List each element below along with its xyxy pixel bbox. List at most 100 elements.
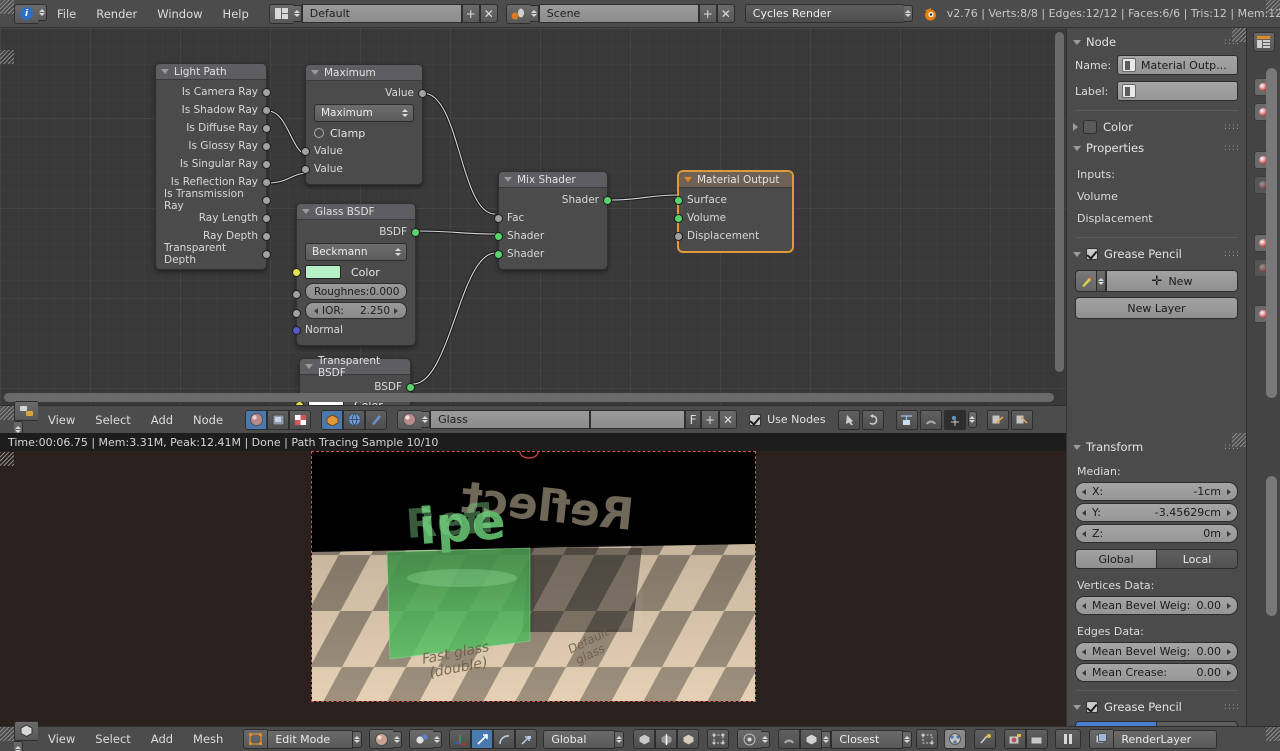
increment-arrow-icon[interactable] — [1227, 649, 1231, 655]
pivot-point-selector[interactable] — [409, 729, 442, 749]
pin-icon[interactable] — [838, 410, 860, 430]
face-select-icon[interactable] — [677, 729, 699, 749]
node-glass-bsdf[interactable]: Glass BSDF BSDF Beckmann Color Roughnes: — [296, 203, 416, 346]
use-nodes-checkbox[interactable] — [749, 414, 761, 426]
panel-collapse-icon[interactable] — [1073, 40, 1081, 45]
node-output-row[interactable]: Is Shadow Ray — [156, 101, 266, 119]
snap-target-icon[interactable] — [944, 410, 966, 430]
node-input-row[interactable]: Normal — [297, 321, 415, 339]
output-socket[interactable] — [262, 196, 271, 205]
transform-orientation-arrows[interactable] — [615, 731, 624, 748]
panel-drag-dots-icon[interactable]: :::: — [1224, 702, 1240, 712]
increment-arrow-icon[interactable] — [1227, 531, 1231, 537]
node-editor-corner[interactable] — [0, 50, 14, 64]
edit-mode-icon[interactable] — [243, 729, 267, 749]
info-editor-icon[interactable]: i — [14, 4, 38, 24]
material-datablock-selector[interactable]: Glass F + ✕ — [397, 410, 737, 430]
input-socket[interactable] — [301, 147, 310, 156]
clamp-radio-icon[interactable] — [314, 128, 324, 138]
render-engine-value[interactable]: Cycles Render — [745, 4, 905, 23]
render-buttons-group[interactable] — [1004, 729, 1048, 749]
node-input-row[interactable]: Displacement — [679, 227, 792, 245]
node-input-row[interactable]: Value — [306, 142, 422, 160]
copy-icon[interactable] — [987, 410, 1009, 430]
panel-node-header[interactable]: Node :::: — [1067, 32, 1246, 52]
node-header[interactable]: Maximum — [306, 65, 422, 81]
viewport-shading-icon[interactable] — [369, 729, 393, 749]
volume-input-socket[interactable] — [674, 214, 683, 223]
transform-orientation-selector[interactable]: Global — [543, 730, 624, 749]
color-swatch[interactable] — [305, 265, 341, 279]
viewport-menu-select[interactable]: Select — [85, 732, 140, 746]
distribution-dropdown[interactable]: Beckmann — [305, 243, 407, 261]
snap-node-icon[interactable] — [896, 410, 918, 430]
mean-crease-field[interactable]: Mean Crease: 0.00 — [1075, 663, 1238, 682]
snap-target-arrows[interactable] — [903, 731, 912, 748]
node-header[interactable]: Material Output — [679, 172, 792, 188]
node-menu-select[interactable]: Select — [85, 413, 140, 427]
decrement-arrow-icon[interactable] — [314, 308, 318, 314]
output-socket[interactable] — [406, 383, 415, 392]
viewport-editor-arrows[interactable] — [14, 741, 23, 751]
collapse-triangle-icon[interactable] — [311, 70, 319, 75]
node-input-row[interactable]: Shader — [499, 227, 607, 245]
panel-drag-dots-icon[interactable]: :::: — [1224, 249, 1240, 259]
node-input-row[interactable]: Value — [306, 160, 422, 178]
magnet-icon[interactable] — [920, 410, 942, 430]
render-layer-selector[interactable]: RenderLayer — [1089, 729, 1217, 749]
tabstrip-scrollbar[interactable] — [1266, 68, 1277, 398]
node-output-row[interactable]: Is Singular Ray — [156, 155, 266, 173]
rotate-icon[interactable] — [493, 729, 515, 749]
viewport-shading-selector[interactable] — [369, 729, 402, 749]
panel-collapse-icon[interactable] — [1073, 445, 1081, 450]
node-maximum[interactable]: Maximum Value Maximum Clamp Value Value — [305, 64, 423, 185]
interaction-mode-selector[interactable]: Edit Mode — [243, 729, 362, 749]
snap-target-value[interactable]: Closest — [831, 730, 903, 749]
node-label-field[interactable] — [1117, 81, 1238, 101]
output-socket[interactable] — [262, 88, 271, 97]
render-engine-selector[interactable]: Cycles Render — [745, 4, 913, 23]
editor-type-arrows[interactable] — [38, 4, 47, 21]
output-socket[interactable] — [262, 214, 271, 223]
render-layer-icon[interactable] — [1089, 729, 1113, 749]
median-z-field[interactable]: Z: 0m — [1075, 524, 1238, 543]
fake-user-button[interactable]: F — [685, 410, 701, 429]
node-name-row[interactable]: Name: Material Outp... — [1067, 52, 1246, 78]
local-button[interactable]: Local — [1157, 549, 1238, 569]
snap-vertex-icon[interactable] — [800, 729, 822, 749]
decrement-arrow-icon[interactable] — [1082, 670, 1086, 676]
interaction-mode-arrows[interactable] — [353, 731, 362, 748]
panel-color-header[interactable]: Color :::: — [1067, 117, 1246, 137]
decrement-arrow-icon[interactable] — [1082, 510, 1086, 516]
occlude-icon[interactable] — [707, 729, 729, 749]
viewport-menu-view[interactable]: View — [38, 732, 85, 746]
shader2-input-socket[interactable] — [494, 250, 503, 259]
clamp-toggle[interactable]: Clamp — [306, 124, 422, 142]
pivot-icon[interactable] — [409, 729, 433, 749]
node-menu-node[interactable]: Node — [183, 413, 233, 427]
editor-type-icon[interactable] — [1253, 32, 1275, 52]
node-menu-add[interactable]: Add — [141, 413, 183, 427]
add-scene-button[interactable]: + — [699, 4, 717, 23]
node-output-row[interactable]: Value — [306, 84, 422, 102]
output-socket[interactable] — [262, 160, 271, 169]
world-icon[interactable] — [343, 410, 365, 430]
go-to-parent-icon[interactable] — [862, 410, 884, 430]
node-output-row[interactable]: Transparent Depth — [156, 245, 266, 263]
panel-grease-pencil-header[interactable]: Grease Pencil :::: — [1067, 244, 1246, 264]
manipulator-icon[interactable] — [449, 729, 471, 749]
node-name-field[interactable]: Material Outp... — [1117, 55, 1238, 75]
snap-element-arrows[interactable] — [822, 731, 831, 748]
grease-pencil-arrows[interactable] — [1097, 270, 1106, 292]
ior-slider[interactable]: IOR: 2.250 — [305, 302, 407, 319]
node-output-row[interactable]: Is Diffuse Ray — [156, 119, 266, 137]
output-socket[interactable] — [262, 142, 271, 151]
pause-icon[interactable] — [1055, 729, 1081, 749]
area-corner-widget-right[interactable] — [1266, 0, 1280, 14]
node-copy-paste-group[interactable] — [987, 410, 1033, 430]
new-grease-pencil-button[interactable]: ✛ New — [1106, 270, 1238, 292]
screen-layout-icon[interactable] — [269, 4, 293, 24]
color-row[interactable]: Color — [297, 263, 415, 281]
collapse-triangle-icon[interactable] — [161, 69, 169, 74]
output-socket[interactable] — [411, 228, 420, 237]
